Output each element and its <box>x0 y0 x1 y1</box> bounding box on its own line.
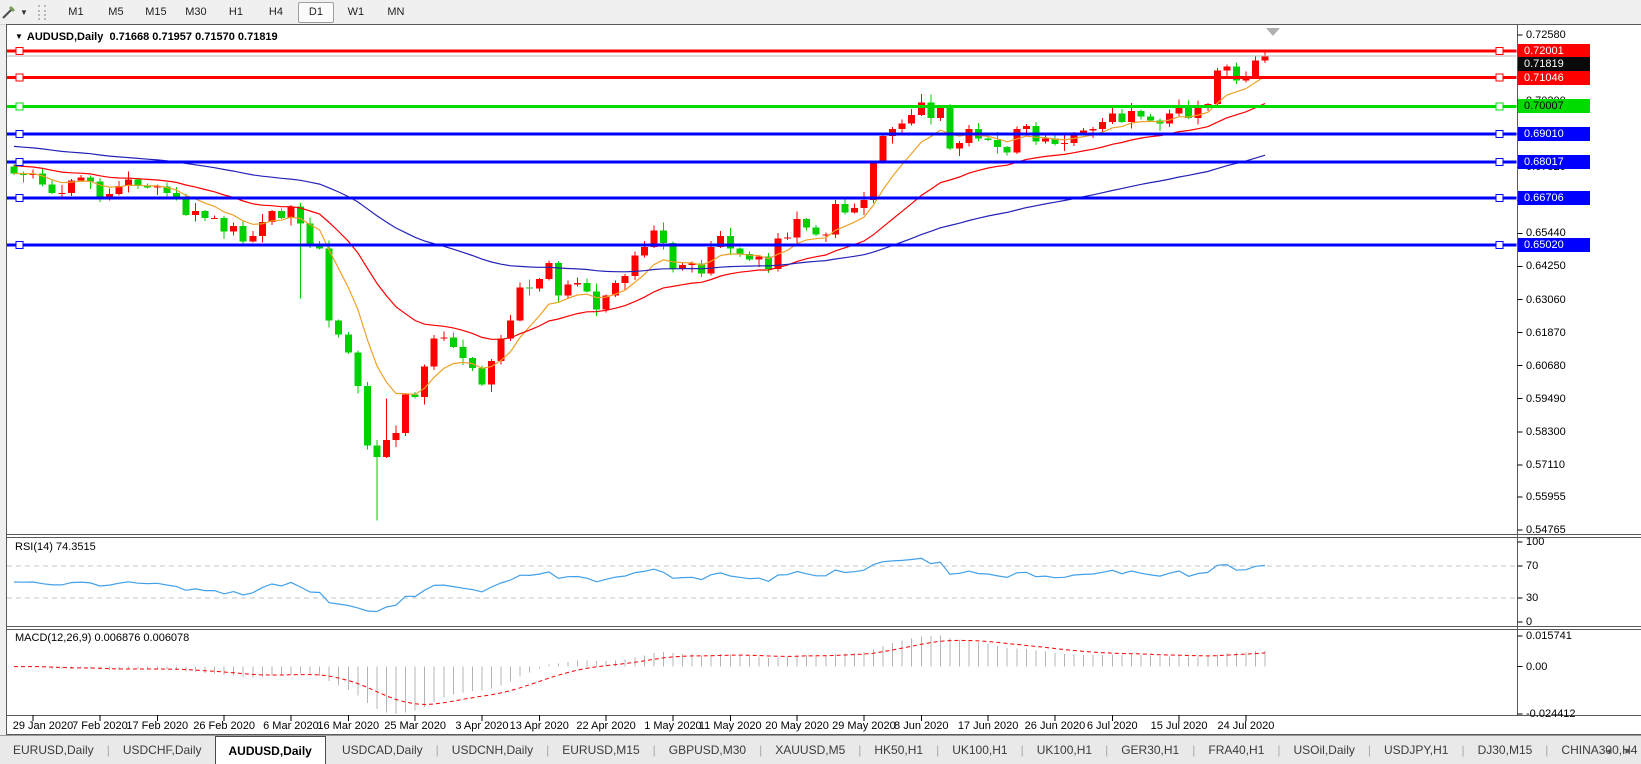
date-label: 6 Mar 2020 <box>263 720 319 732</box>
date-label: 11 May 2020 <box>699 720 762 732</box>
rsi-indicator-label: RSI(14) 74.3515 <box>15 541 96 554</box>
hline-price-label: 0.68017 <box>1518 155 1590 169</box>
price-tick-label: 0.59490 <box>1526 393 1566 405</box>
chart-tabs: EURUSD,Daily|USDCHF,DailyAUDUSD,Daily|US… <box>0 736 1641 764</box>
chart-title-line: ▼ AUDUSD,Daily 0.71668 0.71957 0.71570 0.… <box>15 30 278 44</box>
tab-USDCNH-Daily[interactable]: USDCNH,Daily <box>439 736 546 764</box>
hline-price-label: 0.71046 <box>1518 71 1590 85</box>
title-collapse-icon[interactable]: ▼ <box>15 32 23 41</box>
tab-scroll-controls: ◂ ▸ <box>1606 736 1631 764</box>
date-label: 1 May 2020 <box>644 720 701 732</box>
rsi-axis-label: 0 <box>1526 616 1532 628</box>
hline-price-label: 0.65020 <box>1518 238 1590 252</box>
rsi-axis-label: 100 <box>1526 536 1544 548</box>
tab-UK100-H1[interactable]: UK100,H1 <box>1024 736 1105 764</box>
timeframe-button-M15[interactable]: M15 <box>138 2 174 23</box>
macd-signal-line <box>14 640 1265 704</box>
timeframe-toolbar: ▼ M1M5M15M30H1H4D1W1MN <box>0 0 1641 25</box>
date-label: 16 Mar 2020 <box>317 720 379 732</box>
hline-price-label: 0.70007 <box>1518 99 1590 113</box>
macd-axis-label: -0.024412 <box>1526 708 1576 720</box>
tab-GER30-H1[interactable]: GER30,H1 <box>1108 736 1192 764</box>
date-label: 13 Apr 2020 <box>510 720 569 732</box>
date-label: 29 Jan 2020 <box>13 720 74 732</box>
tab-USDCAD-Daily[interactable]: USDCAD,Daily <box>329 736 436 764</box>
fast-ma-line <box>14 77 1265 395</box>
date-label: 26 Feb 2020 <box>193 720 255 732</box>
tab-USOil-Daily[interactable]: USOil,Daily <box>1281 736 1368 764</box>
price-tick-label: 0.60680 <box>1526 360 1566 372</box>
date-label: 17 Feb 2020 <box>126 720 188 732</box>
date-label: 6 Jul 2020 <box>1087 720 1138 732</box>
tab-scroll-right-icon[interactable]: ▸ <box>1625 744 1631 757</box>
timeframe-button-W1[interactable]: W1 <box>338 2 374 23</box>
tab-DJ30-M15[interactable]: DJ30,M15 <box>1465 736 1546 764</box>
tab-AUDUSD-Daily[interactable]: AUDUSD,Daily <box>215 736 326 764</box>
date-label: 22 Apr 2020 <box>576 720 635 732</box>
date-label: 7 Feb 2020 <box>72 720 128 732</box>
chart-canvas[interactable] <box>7 25 1641 735</box>
tab-EURUSD-Daily[interactable]: EURUSD,Daily <box>0 736 107 764</box>
draw-tool-icon[interactable] <box>1 4 17 20</box>
timeframe-button-MN[interactable]: MN <box>378 2 414 23</box>
hline-price-label: 0.69010 <box>1518 127 1590 141</box>
rsi-axis-label: 70 <box>1526 560 1538 572</box>
tab-USDCHF-Daily[interactable]: USDCHF,Daily <box>110 736 215 764</box>
chart-tab-bar: EURUSD,Daily|USDCHF,DailyAUDUSD,Daily|US… <box>0 735 1641 764</box>
date-label: 15 Jul 2020 <box>1151 720 1208 732</box>
tab-USDJPY-H1[interactable]: USDJPY,H1 <box>1371 736 1461 764</box>
price-tick-label: 0.54765 <box>1526 524 1566 536</box>
date-label: 26 Jun 2020 <box>1025 720 1086 732</box>
tab-XAUUSD-M5[interactable]: XAUUSD,M5 <box>762 736 858 764</box>
chevron-down-icon[interactable]: ▼ <box>20 8 28 17</box>
date-label: 17 Jun 2020 <box>958 720 1019 732</box>
macd-axis-label: 0.015741 <box>1526 630 1572 642</box>
price-tick-label: 0.57110 <box>1526 459 1565 471</box>
chart-shift-marker <box>1266 28 1280 36</box>
chart-symbol-title: AUDUSD,Daily <box>27 31 103 43</box>
timeframe-button-D1[interactable]: D1 <box>298 2 334 23</box>
chart-ohlc-values: 0.71668 0.71957 0.71570 0.71819 <box>109 31 277 43</box>
date-label: 8 Jun 2020 <box>894 720 948 732</box>
current-price-label: 0.71819 <box>1518 57 1590 71</box>
chart-window: ▼ AUDUSD,Daily 0.71668 0.71957 0.71570 0.… <box>6 24 1641 735</box>
price-tick-label: 0.64250 <box>1526 260 1566 272</box>
timeframe-button-M30[interactable]: M30 <box>178 2 214 23</box>
macd-histogram <box>14 636 1265 714</box>
price-tick-label: 0.55955 <box>1526 491 1566 503</box>
rsi-axis-label: 30 <box>1526 592 1538 604</box>
tab-UK100-H1[interactable]: UK100,H1 <box>939 736 1020 764</box>
candles <box>11 52 1269 520</box>
hline-price-label: 0.72001 <box>1518 44 1590 58</box>
timeframe-buttons: M1M5M15M30H1H4D1W1MN <box>56 2 416 23</box>
tab-FRA40-H1[interactable]: FRA40,H1 <box>1195 736 1277 764</box>
price-tick-label: 0.58300 <box>1526 426 1566 438</box>
tab-scroll-left-icon[interactable]: ◂ <box>1606 744 1612 757</box>
tab-EURUSD-M15[interactable]: EURUSD,M15 <box>549 736 652 764</box>
long-ma-line <box>14 146 1265 271</box>
tab-HK50-H1[interactable]: HK50,H1 <box>861 736 936 764</box>
date-label: 29 May 2020 <box>832 720 896 732</box>
date-label: 24 Jul 2020 <box>1217 720 1274 732</box>
toolbar-grip[interactable] <box>38 5 46 20</box>
hline-price-label: 0.66706 <box>1518 191 1590 205</box>
tab-GBPUSD-M30[interactable]: GBPUSD,M30 <box>656 736 759 764</box>
timeframe-button-H1[interactable]: H1 <box>218 2 254 23</box>
price-tick-label: 0.61870 <box>1526 327 1566 339</box>
date-label: 25 Mar 2020 <box>384 720 446 732</box>
timeframe-button-M1[interactable]: M1 <box>58 2 94 23</box>
timeframe-button-M5[interactable]: M5 <box>98 2 134 23</box>
macd-axis-label: 0.00 <box>1526 661 1547 673</box>
macd-indicator-label: MACD(12,26,9) 0.006876 0.006078 <box>15 632 189 645</box>
price-tick-label: 0.63060 <box>1526 294 1566 306</box>
mt4-terminal: ▼ M1M5M15M30H1H4D1W1MN ▼ AUDUSD,Daily 0.7… <box>0 0 1641 764</box>
date-label: 3 Apr 2020 <box>455 720 508 732</box>
timeframe-button-H4[interactable]: H4 <box>258 2 294 23</box>
price-tick-label: 0.72580 <box>1526 29 1566 41</box>
date-label: 20 May 2020 <box>765 720 829 732</box>
